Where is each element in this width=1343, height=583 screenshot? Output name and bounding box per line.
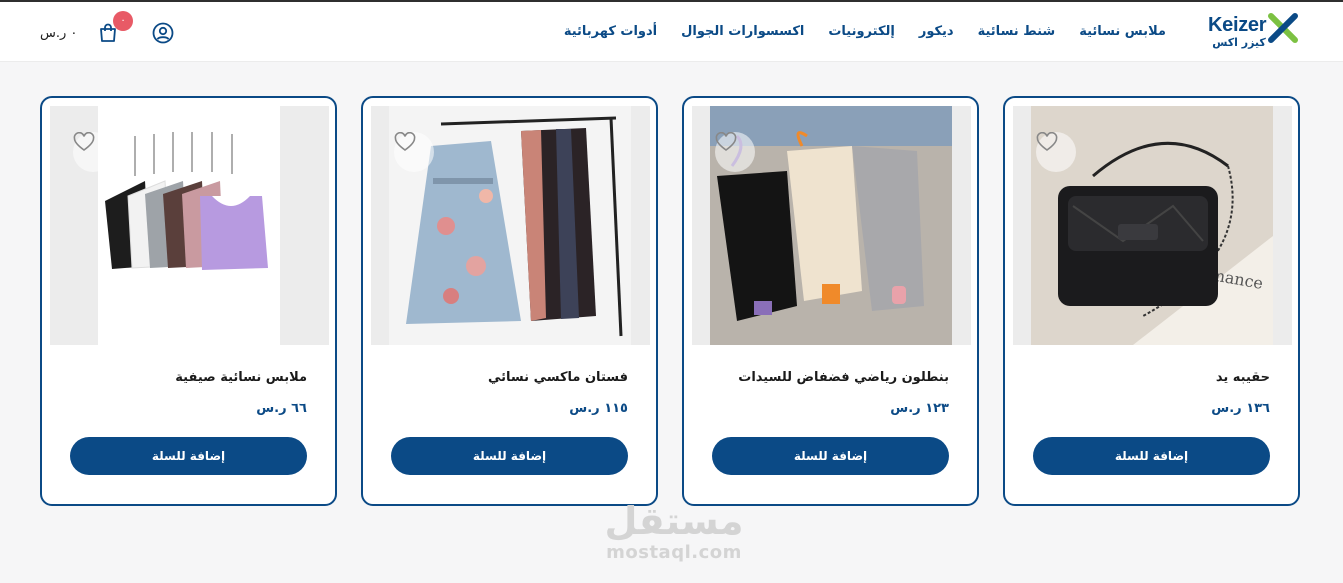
user-account-icon[interactable]	[151, 21, 175, 45]
product-price: ١٢٣ ر.س	[890, 401, 949, 416]
product-image-sweatpants[interactable]	[692, 106, 971, 345]
add-to-cart-button[interactable]: إضافة للسلة	[1033, 437, 1270, 475]
product-card[interactable]: ملابس نسائية صيفية ٦٦ ر.س إضافة للسلة	[40, 96, 337, 506]
product-name[interactable]: ملابس نسائية صيفية	[175, 370, 307, 385]
wishlist-heart-icon[interactable]	[73, 132, 113, 172]
nav-item-electronics[interactable]: إلكترونيات	[828, 24, 895, 39]
logo-x-icon	[1268, 13, 1298, 43]
nav-item-womens-bags[interactable]: شنط نسائية	[978, 24, 1056, 39]
product-image-handbag[interactable]: Romance	[1013, 106, 1292, 345]
product-name[interactable]: فستان ماكسي نسائي	[488, 370, 628, 385]
add-to-cart-button[interactable]: إضافة للسلة	[712, 437, 949, 475]
wishlist-heart-icon[interactable]	[394, 132, 434, 172]
logo-text: Keizer	[1208, 14, 1267, 36]
wishlist-heart-icon[interactable]	[715, 132, 755, 172]
product-price: ١١٥ ر.س	[569, 401, 628, 416]
product-card[interactable]: بنطلون رياضي فضفاض للسيدات ١٢٣ ر.س إضافة…	[682, 96, 979, 506]
cart-total[interactable]: ٠ ر.س	[40, 26, 77, 41]
add-to-cart-button[interactable]: إضافة للسلة	[391, 437, 628, 475]
product-card[interactable]: Romance حقيبه يد ١٣٦ ر.س إضافة للسلة	[1003, 96, 1300, 506]
product-image-summer-tops[interactable]	[50, 106, 329, 345]
nav-item-womens-clothing[interactable]: ملابس نسائية	[1079, 24, 1166, 39]
site-logo[interactable]: Keizer كيزر اكس	[1206, 12, 1298, 56]
nav-item-mobile-accessories[interactable]: اكسسوارات الجوال	[681, 24, 804, 39]
product-price: ٦٦ ر.س	[256, 401, 307, 416]
product-image-maxi-dress[interactable]	[371, 106, 650, 345]
watermark-latin: mostaql.com	[606, 542, 742, 563]
main-nav: أدوات كهربائية اكسسوارات الجوال إلكتروني…	[564, 24, 1166, 39]
nav-item-electrical-tools[interactable]: أدوات كهربائية	[564, 24, 657, 39]
cart-count-badge: ٠	[113, 11, 133, 31]
product-name[interactable]: بنطلون رياضي فضفاض للسيدات	[738, 370, 949, 385]
product-card[interactable]: فستان ماكسي نسائي ١١٥ ر.س إضافة للسلة	[361, 96, 658, 506]
nav-item-decor[interactable]: ديكور	[919, 24, 954, 39]
wishlist-heart-icon[interactable]	[1036, 132, 1076, 172]
site-header: Keizer كيزر اكس أدوات كهربائية اكسسوارات…	[0, 2, 1343, 62]
product-name[interactable]: حقيبه يد	[1216, 370, 1270, 385]
watermark: مستقل mostaql.com	[594, 500, 754, 563]
watermark-arabic: مستقل	[604, 499, 744, 543]
add-to-cart-button[interactable]: إضافة للسلة	[70, 437, 307, 475]
product-price: ١٣٦ ر.س	[1211, 401, 1270, 416]
logo-text-arabic: كيزر اكس	[1212, 36, 1266, 49]
